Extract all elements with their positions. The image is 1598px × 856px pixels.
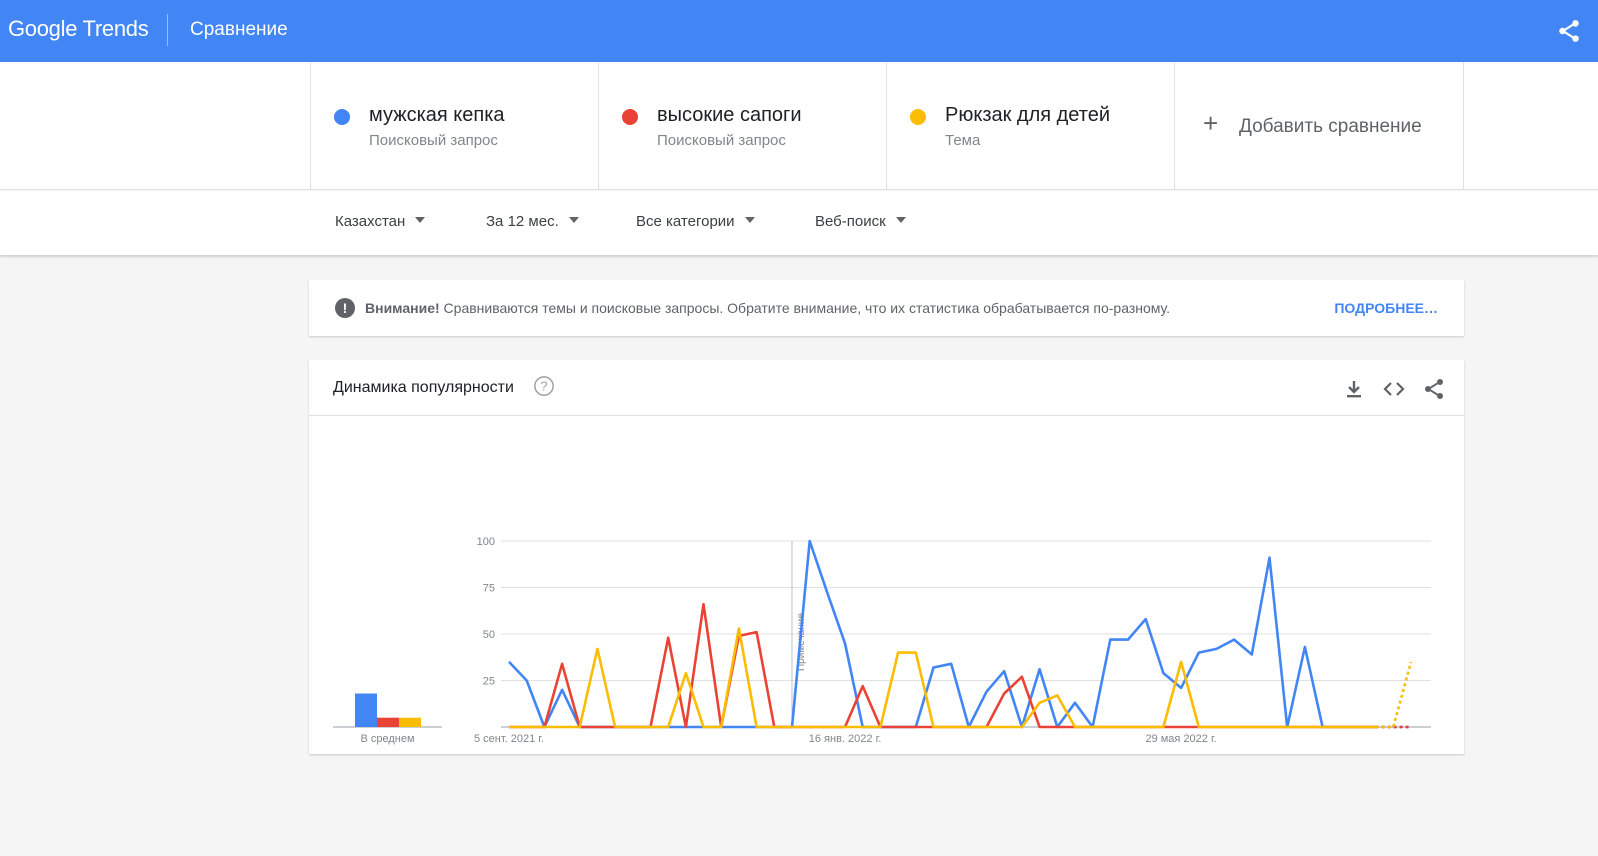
category-dropdown[interactable]: Все категории [636, 213, 755, 230]
header-divider [167, 14, 168, 46]
search-type-dropdown[interactable]: Веб-поиск [815, 213, 906, 230]
y-tick-label: 50 [483, 629, 495, 641]
region-dropdown[interactable]: Казахстан [335, 213, 426, 230]
comparison-terms-bar: мужская кепка Поисковый запрос высокие с… [0, 62, 1598, 190]
average-label: В среднем [360, 733, 414, 745]
svg-text:?: ? [540, 379, 547, 394]
filters-bar: Казахстан За 12 мес. Все категории Веб-п… [0, 191, 1598, 255]
chart-title: Динамика популярности [333, 379, 514, 396]
average-bar-1 [355, 693, 377, 727]
x-tick-label: 29 мая 2022 г. [1145, 733, 1216, 745]
y-tick-label: 25 [483, 676, 495, 688]
download-icon[interactable] [1342, 377, 1366, 401]
series-partial-line-3 [1375, 661, 1413, 729]
term-card-2[interactable]: высокие сапоги Поисковый запрос [598, 62, 886, 190]
term-card-1[interactable]: мужская кепка Поисковый запрос [310, 62, 598, 190]
chevron-down-icon [568, 217, 579, 224]
x-tick-label: 5 сент. 2021 г. [474, 733, 544, 745]
notice-text: Внимание! Сравниваются темы и поисковые … [365, 300, 1170, 316]
y-tick-label: 100 [477, 536, 495, 548]
learn-more-link[interactable]: ПОДРОБНЕЕ… [1334, 300, 1438, 316]
term-color-dot [910, 109, 926, 125]
chart-header: Динамика популярности ? [309, 360, 1464, 416]
page-title: Сравнение [190, 19, 288, 40]
x-tick-label: 16 янв. 2022 г. [809, 733, 882, 745]
term-card-3[interactable]: Рюкзак для детей Тема [886, 62, 1174, 190]
interest-over-time-chart[interactable]: 100 75 50 25 5 сент. 2021 г. 16 янв. 2022 г. 2… [309, 416, 1464, 752]
chevron-down-icon [415, 217, 426, 224]
interest-over-time-card: Динамика популярности ? 100 75 50 25 5 сент.… [309, 360, 1464, 754]
term-type: Тема [945, 132, 981, 149]
share-icon[interactable] [1422, 377, 1446, 401]
warning-icon: ! [335, 298, 355, 318]
average-bar-2 [377, 717, 399, 727]
add-comparison-button[interactable]: + Добавить сравнение [1174, 62, 1464, 190]
notice-body: Сравниваются темы и поисковые запросы. О… [439, 300, 1171, 316]
period-value: За 12 мес. [486, 213, 559, 230]
term-name[interactable]: высокие сапоги [657, 104, 802, 127]
search-type-value: Веб-поиск [815, 213, 886, 230]
top-app-bar: Google Trends Сравнение [0, 0, 1598, 62]
period-dropdown[interactable]: За 12 мес. [486, 213, 579, 230]
chevron-down-icon [744, 217, 755, 224]
embed-code-icon[interactable] [1382, 377, 1406, 401]
plus-icon: + [1203, 108, 1219, 138]
comparison-notice: ! Внимание! Сравниваются темы и поисковы… [309, 280, 1464, 336]
y-tick-label: 75 [483, 583, 495, 595]
term-type: Поисковый запрос [657, 132, 786, 149]
term-name[interactable]: мужская кепка [369, 104, 505, 127]
term-color-dot [334, 109, 350, 125]
term-color-dot [622, 109, 638, 125]
help-circle-icon[interactable]: ? [533, 375, 555, 397]
notice-bold: Внимание! [365, 300, 440, 316]
share-icon[interactable] [1556, 18, 1582, 44]
average-bar-3 [399, 717, 421, 727]
series-line-3 [509, 627, 1376, 729]
add-comparison-label: Добавить сравнение [1239, 116, 1422, 137]
region-value: Казахстан [335, 213, 406, 230]
google-trends-logo[interactable]: Google Trends [8, 16, 149, 42]
category-value: Все категории [636, 213, 735, 230]
chevron-down-icon [895, 217, 906, 224]
term-type: Поисковый запрос [369, 132, 498, 149]
term-name[interactable]: Рюкзак для детей [945, 104, 1110, 127]
